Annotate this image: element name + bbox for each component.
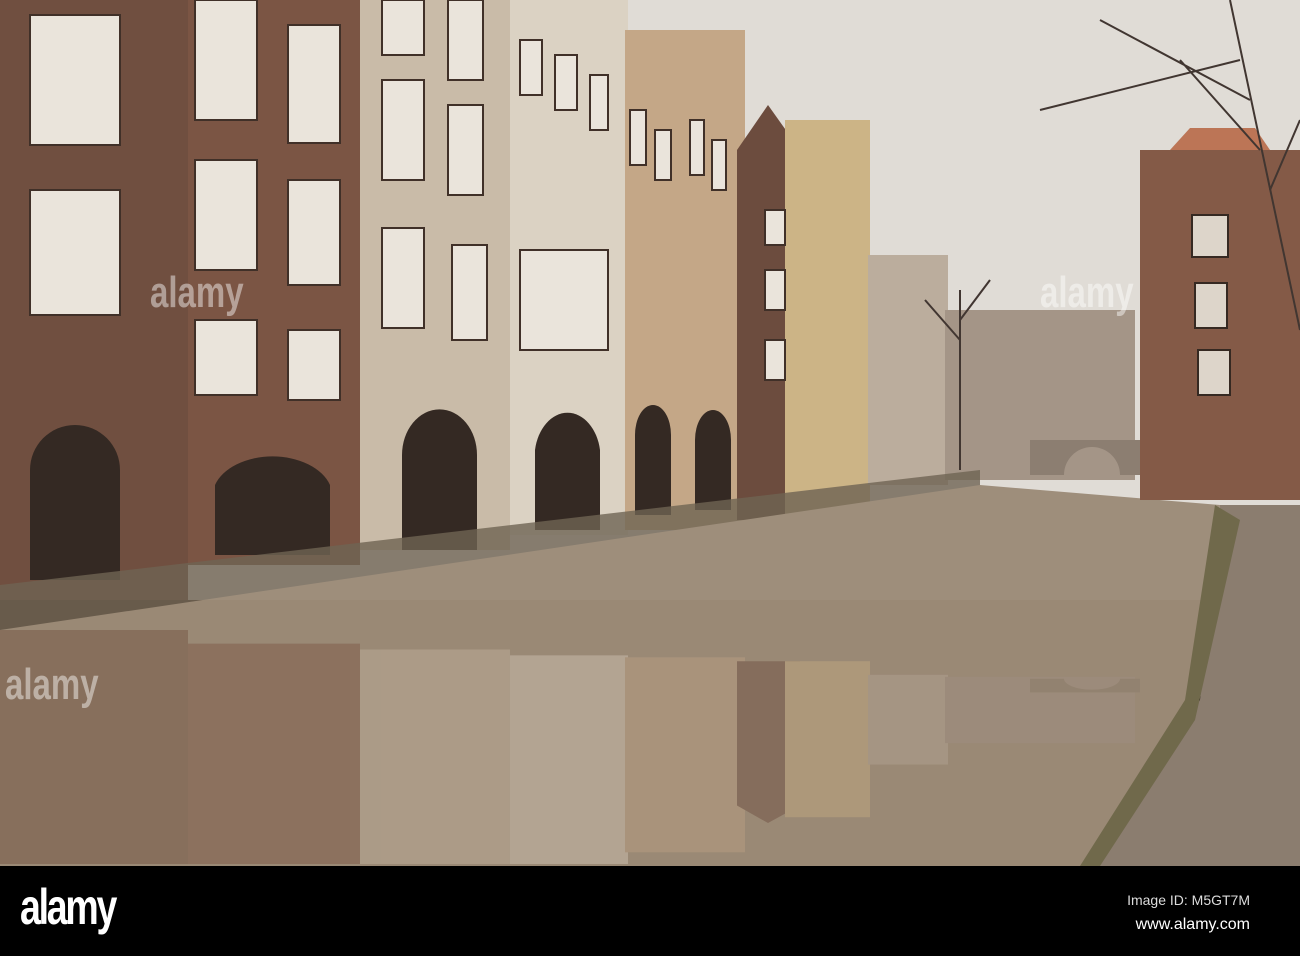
watermark-overlay: alamy (150, 268, 244, 317)
stock-photo: alamy alamy alamy alamy Image ID: M5GT7M… (0, 0, 1300, 956)
image-tone (0, 0, 1300, 866)
image-id: Image ID: M5GT7M (1127, 892, 1250, 908)
watermark-footer: alamy Image ID: M5GT7M www.alamy.com (0, 866, 1300, 956)
watermark-overlay: alamy (5, 660, 99, 709)
site-url: www.alamy.com (1135, 916, 1250, 933)
watermark-overlay: alamy (1040, 268, 1134, 317)
canal-photo (0, 0, 1300, 866)
alamy-logo: alamy (20, 879, 117, 935)
